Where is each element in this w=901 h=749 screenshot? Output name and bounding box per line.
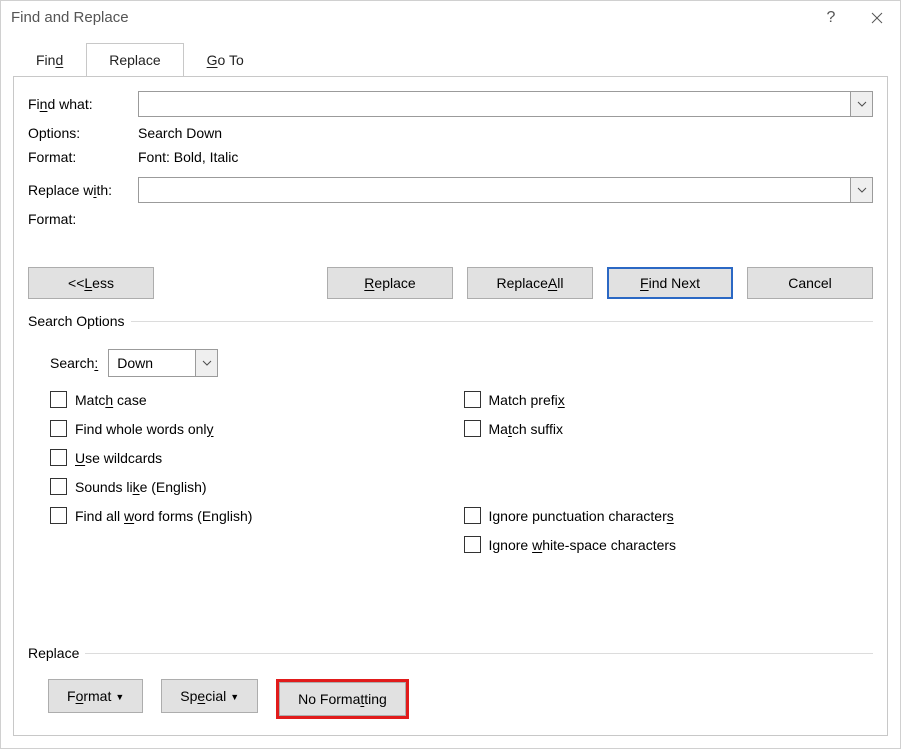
checkbox-icon <box>50 449 67 466</box>
options-label: Options: <box>28 125 138 141</box>
checkbox-icon <box>464 391 481 408</box>
no-formatting-button[interactable]: No Formatting <box>279 682 406 716</box>
replace-legend: Replace <box>28 645 873 661</box>
chevron-down-icon <box>857 187 867 193</box>
match-suffix-check[interactable]: Match suffix <box>464 420 874 437</box>
checkbox-icon <box>50 391 67 408</box>
special-menu-button[interactable]: Special ▼ <box>161 679 258 713</box>
dialog-content: Find Replace Go To Find what: Options: S… <box>1 34 900 748</box>
dialog-title: Find and Replace <box>11 9 808 26</box>
action-button-row: << Less Replace Replace All Find Next Ca… <box>28 267 873 299</box>
help-button[interactable]: ? <box>808 3 854 33</box>
search-options-legend: Search Options <box>28 313 873 329</box>
checkbox-icon <box>464 420 481 437</box>
find-what-combo <box>138 91 873 117</box>
checkbox-icon <box>50 507 67 524</box>
format-value: Font: Bold, Italic <box>138 149 238 165</box>
wildcards-check[interactable]: Use wildcards <box>50 449 460 466</box>
search-direction-label: Search: <box>50 355 98 371</box>
format-row: Format: Font: Bold, Italic <box>28 149 873 165</box>
whole-words-check[interactable]: Find whole words only <box>50 420 460 437</box>
find-what-input[interactable] <box>139 92 850 116</box>
close-button[interactable] <box>854 3 900 33</box>
bottom-button-row: Format ▼ Special ▼ No Formatting <box>48 679 873 719</box>
find-what-label: Find what: <box>28 96 138 112</box>
find-replace-dialog: Find and Replace ? Find Replace Go To Fi… <box>0 0 901 749</box>
tab-goto[interactable]: Go To <box>184 43 267 77</box>
search-options-fieldset: Search Options Search: Down <box>28 313 873 565</box>
word-forms-check[interactable]: Find all word forms (English) <box>50 507 460 524</box>
replace-with-input[interactable] <box>139 178 850 202</box>
replace-with-label: Replace with: <box>28 182 138 198</box>
caret-down-icon: ▼ <box>230 692 239 702</box>
chevron-down-icon <box>202 360 212 366</box>
checkbox-col-left: Match case Find whole words only Use wil… <box>50 391 460 565</box>
ignore-whitespace-check[interactable]: Ignore white-space characters <box>464 536 874 553</box>
checkbox-col-right: Match prefix Match suffix Ignore punctua… <box>460 391 874 565</box>
tab-strip: Find Replace Go To <box>13 42 888 76</box>
match-prefix-check[interactable]: Match prefix <box>464 391 874 408</box>
search-direction-select[interactable]: Down <box>108 349 218 377</box>
replace-with-dropdown[interactable] <box>850 178 872 202</box>
format-label: Format: <box>28 149 138 165</box>
chevron-down-icon <box>857 101 867 107</box>
ignore-punct-check[interactable]: Ignore punctuation characters <box>464 507 874 524</box>
replace-all-button[interactable]: Replace All <box>467 267 593 299</box>
search-direction-value: Down <box>109 355 195 371</box>
caret-down-icon: ▼ <box>115 692 124 702</box>
replace-with-combo <box>138 177 873 203</box>
checkbox-icon <box>50 420 67 437</box>
highlight-annotation: No Formatting <box>276 679 409 719</box>
cancel-button[interactable]: Cancel <box>747 267 873 299</box>
checkbox-icon <box>464 507 481 524</box>
tab-find[interactable]: Find <box>13 43 86 77</box>
checkbox-icon <box>50 478 67 495</box>
replace-button[interactable]: Replace <box>327 267 453 299</box>
tab-panel-replace: Find what: Options: Search Down Format: … <box>13 76 888 736</box>
close-icon <box>871 12 883 24</box>
find-next-button[interactable]: Find Next <box>607 267 733 299</box>
options-row: Options: Search Down <box>28 125 873 141</box>
format2-label: Format: <box>28 211 138 227</box>
format-menu-button[interactable]: Format ▼ <box>48 679 143 713</box>
sounds-like-check[interactable]: Sounds like (English) <box>50 478 460 495</box>
find-what-dropdown[interactable] <box>850 92 872 116</box>
find-what-row: Find what: <box>28 91 873 117</box>
checkbox-columns: Match case Find whole words only Use wil… <box>50 391 873 565</box>
titlebar: Find and Replace ? <box>1 1 900 34</box>
replace-fieldset: Replace Format ▼ Special ▼ No Formatting <box>28 645 873 719</box>
less-button[interactable]: << Less <box>28 267 154 299</box>
search-direction-dropdown[interactable] <box>195 350 217 376</box>
checkbox-icon <box>464 536 481 553</box>
search-direction-row: Search: Down <box>50 349 873 377</box>
tab-replace[interactable]: Replace <box>86 43 183 77</box>
match-case-check[interactable]: Match case <box>50 391 460 408</box>
format2-row: Format: <box>28 211 873 227</box>
options-value: Search Down <box>138 125 222 141</box>
replace-with-row: Replace with: <box>28 177 873 203</box>
